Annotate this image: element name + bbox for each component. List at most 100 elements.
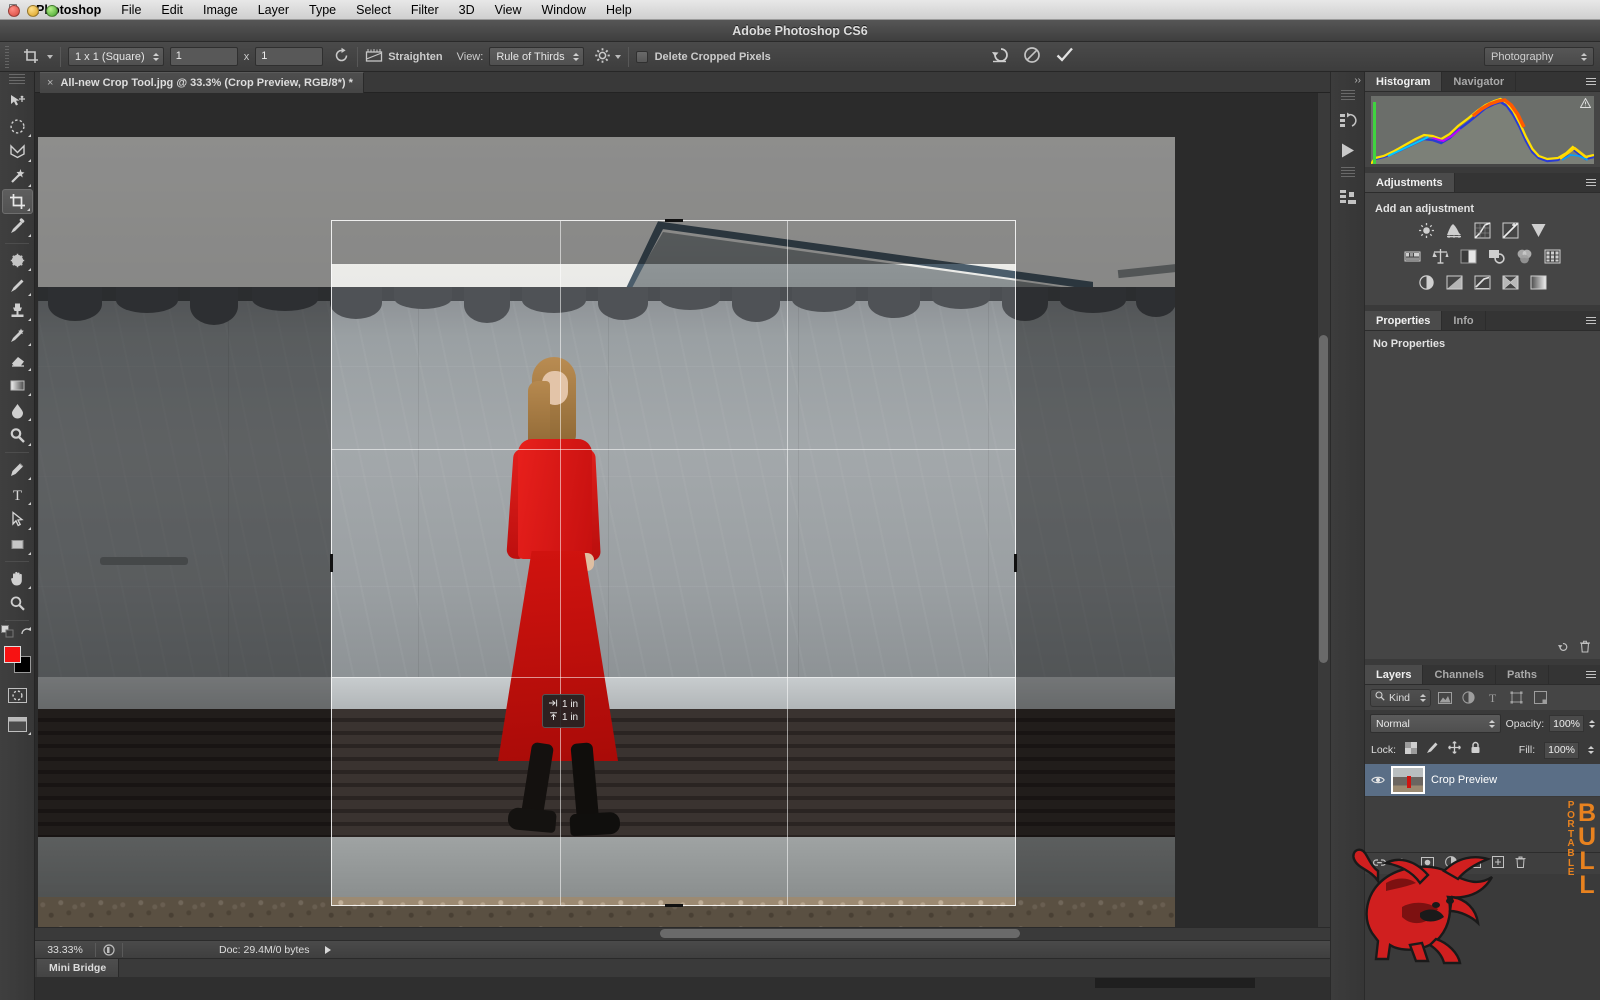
photo-filter-icon[interactable] (1487, 247, 1506, 266)
straighten-label[interactable]: Straighten (388, 51, 442, 63)
delete-cropped-pixels-label[interactable]: Delete Cropped Pixels (655, 51, 771, 63)
lock-position-icon[interactable] (1448, 741, 1461, 759)
crop-handle-top-left[interactable] (330, 219, 350, 239)
collapse-panels-icon[interactable]: ›› (1354, 75, 1361, 86)
canvas-vertical-scrollbar[interactable] (1317, 93, 1330, 927)
gear-icon[interactable] (594, 47, 611, 67)
close-icon[interactable]: × (47, 77, 53, 89)
gear-dropdown-arrow[interactable] (615, 55, 621, 59)
tab-channels[interactable]: Channels (1423, 665, 1496, 684)
eyedropper-tool[interactable] (2, 214, 33, 239)
crop-selection-box[interactable] (331, 220, 1016, 906)
canvas-horizontal-scrollbar[interactable] (35, 927, 1330, 940)
hand-tool[interactable] (2, 566, 33, 591)
crop-handle-bottom-right[interactable] (997, 887, 1017, 907)
color-balance-icon[interactable] (1431, 247, 1450, 266)
tab-paths[interactable]: Paths (1496, 665, 1549, 684)
tab-adjustments[interactable]: Adjustments (1365, 173, 1455, 192)
layer-visibility-icon[interactable] (1371, 775, 1385, 785)
invert-icon[interactable] (1417, 273, 1436, 292)
move-tool[interactable] (2, 89, 33, 114)
delete-cropped-pixels-checkbox[interactable] (636, 51, 648, 63)
screen-mode-icon[interactable] (2, 712, 33, 737)
brightness-contrast-icon[interactable] (1417, 221, 1436, 240)
new-layer-icon[interactable] (1492, 855, 1504, 873)
tools-panel-grip[interactable] (9, 74, 25, 86)
document-tab[interactable]: × All-new Crop Tool.jpg @ 33.3% (Crop Pr… (40, 72, 364, 93)
menu-item-edit[interactable]: Edit (151, 0, 193, 20)
layer-comps-icon[interactable] (1333, 183, 1363, 211)
zoom-window-button[interactable] (46, 5, 58, 17)
gradient-map-icon[interactable] (1529, 273, 1548, 292)
zoom-tool[interactable] (2, 591, 33, 616)
crop-handle-bottom[interactable] (665, 904, 683, 907)
doc-info-icon[interactable] (96, 944, 122, 956)
type-filter-icon[interactable]: T (1482, 688, 1503, 707)
crop-width-input[interactable]: 1 (170, 47, 238, 66)
menu-item-window[interactable]: Window (532, 0, 596, 20)
adjustment-filter-icon[interactable] (1458, 688, 1479, 707)
history-icon[interactable] (1333, 106, 1363, 134)
layer-filter-kind-dropdown[interactable]: Kind (1370, 689, 1431, 707)
tab-layers[interactable]: Layers (1365, 665, 1423, 684)
tab-info[interactable]: Info (1442, 311, 1485, 330)
layer-style-icon[interactable]: fx (1397, 855, 1410, 873)
pixel-filter-icon[interactable] (1434, 688, 1455, 707)
gradient-tool[interactable] (2, 373, 33, 398)
blend-mode-dropdown[interactable]: Normal (1370, 714, 1501, 733)
canvas-horizontal-scroll-thumb[interactable] (660, 929, 1020, 938)
black-white-icon[interactable] (1459, 247, 1478, 266)
channel-mixer-icon[interactable] (1515, 247, 1534, 266)
delete-layer-icon[interactable] (1515, 855, 1526, 873)
opacity-stepper[interactable] (1589, 720, 1595, 728)
shape-filter-icon[interactable] (1506, 688, 1527, 707)
menu-item-image[interactable]: Image (193, 0, 248, 20)
crop-view-overlay-dropdown[interactable]: Rule of Thirds (489, 47, 583, 66)
default-colors-icon[interactable] (1, 625, 14, 643)
history-brush-tool[interactable] (2, 323, 33, 348)
foreground-color-swatch[interactable] (4, 646, 21, 663)
healing-brush-tool[interactable] (2, 248, 33, 273)
pen-tool[interactable] (2, 457, 33, 482)
menu-item-select[interactable]: Select (346, 0, 401, 20)
color-lookup-icon[interactable] (1543, 247, 1562, 266)
crop-preset-dropdown-arrow[interactable] (47, 55, 53, 59)
crop-handle-top-right[interactable] (997, 219, 1017, 239)
posterize-icon[interactable] (1445, 273, 1464, 292)
quick-mask-icon[interactable] (2, 683, 33, 708)
swap-colors-icon[interactable] (20, 625, 33, 643)
smart-object-filter-icon[interactable] (1530, 688, 1551, 707)
brush-tool[interactable] (2, 273, 33, 298)
curves-icon[interactable] (1473, 221, 1492, 240)
reset-properties-icon[interactable] (1557, 640, 1569, 658)
rail-grip[interactable] (1341, 167, 1355, 179)
lasso-tool[interactable] (2, 139, 33, 164)
table-row[interactable]: Crop Preview (1365, 763, 1600, 797)
properties-panel-menu-icon[interactable] (1582, 311, 1600, 330)
crop-ratio-preset[interactable]: 1 x 1 (Square) (68, 47, 164, 66)
layer-mask-icon[interactable] (1421, 855, 1434, 873)
mini-bridge-filmstrip[interactable] (1095, 978, 1255, 988)
menu-item-filter[interactable]: Filter (401, 0, 449, 20)
dodge-tool[interactable] (2, 423, 33, 448)
lock-transparent-icon[interactable] (1405, 741, 1417, 759)
layers-panel-menu-icon[interactable] (1582, 665, 1600, 684)
warning-triangle-icon[interactable] (1580, 98, 1591, 110)
menu-item-3d[interactable]: 3D (449, 0, 485, 20)
straighten-icon[interactable] (365, 48, 383, 66)
exposure-icon[interactable] (1501, 221, 1520, 240)
play-action-icon[interactable] (1333, 136, 1363, 164)
new-adjustment-icon[interactable] (1445, 855, 1457, 873)
crop-handle-right[interactable] (1014, 554, 1017, 572)
levels-icon[interactable] (1445, 221, 1464, 240)
tab-navigator[interactable]: Navigator (1442, 72, 1516, 91)
clone-stamp-tool[interactable] (2, 298, 33, 323)
delete-properties-icon[interactable] (1579, 640, 1591, 658)
lock-all-icon[interactable] (1470, 741, 1481, 759)
blur-tool[interactable] (2, 398, 33, 423)
menu-item-help[interactable]: Help (596, 0, 642, 20)
adjustments-panel-menu-icon[interactable] (1582, 173, 1600, 192)
rectangle-shape-tool[interactable] (2, 532, 33, 557)
histogram-panel-menu-icon[interactable] (1582, 72, 1600, 91)
crop-handle-left[interactable] (330, 554, 333, 572)
